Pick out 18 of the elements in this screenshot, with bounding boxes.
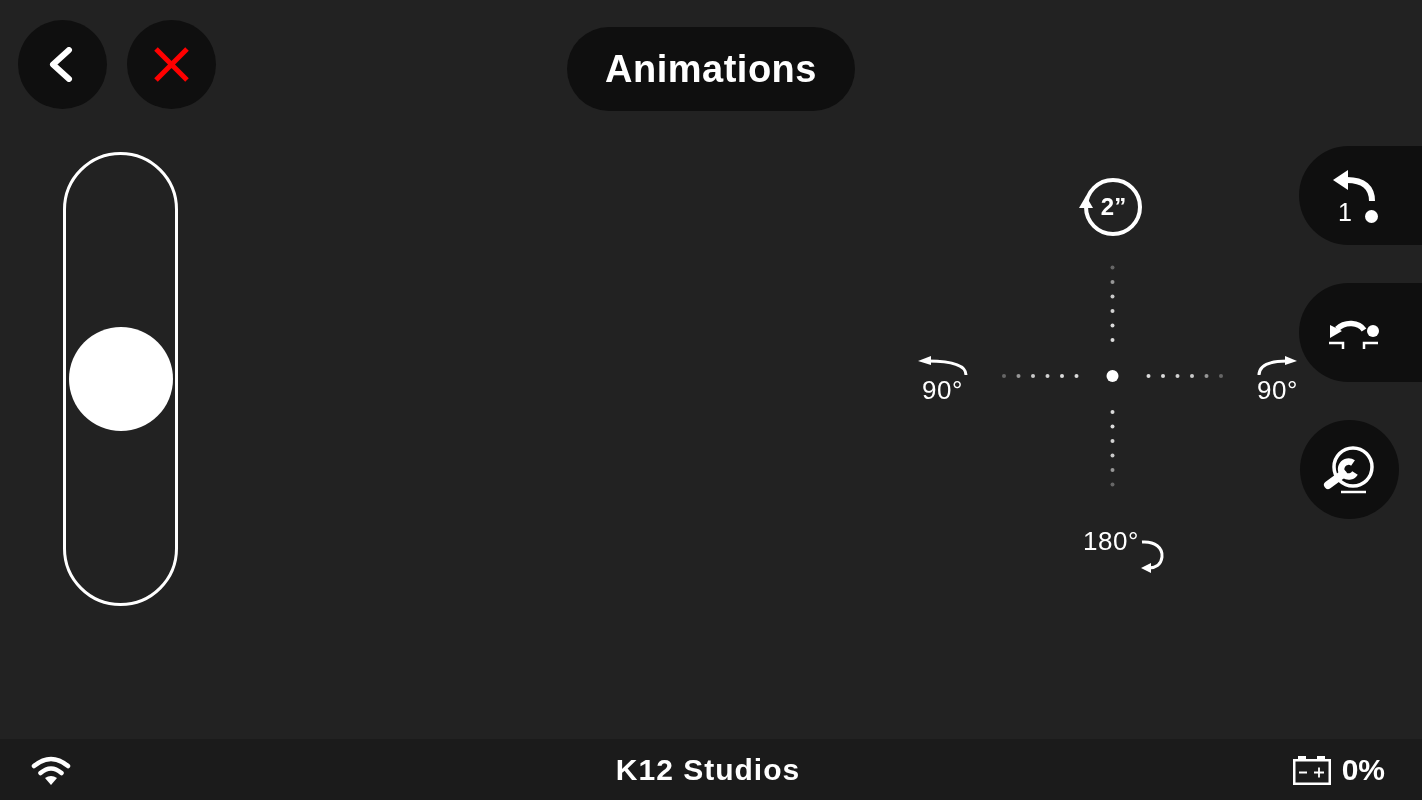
battery-percent: 0%: [1341, 752, 1385, 787]
turn-in-place-button[interactable]: [1299, 283, 1422, 382]
turn-right-button[interactable]: 90°: [1250, 356, 1299, 404]
status-title: K12 Studios: [615, 752, 801, 787]
arrowhead-icon: [1078, 196, 1093, 208]
close-icon: [153, 47, 190, 82]
turn-around-button[interactable]: 180°: [1083, 526, 1165, 574]
slider-track[interactable]: [63, 152, 178, 606]
curved-arrow-icon: [1332, 168, 1378, 201]
dot-icon: [1365, 209, 1378, 223]
wifi-icon: [31, 754, 71, 785]
u-turn-arrow-icon: [1140, 538, 1165, 574]
curved-arrow-right-icon: [1257, 356, 1297, 376]
battery-icon: [1292, 754, 1331, 785]
replay-button[interactable]: 1: [1299, 146, 1422, 245]
curved-arrow-left-icon: [918, 356, 968, 376]
screen-title: Animations: [567, 27, 855, 111]
turn-left-button[interactable]: 90°: [918, 356, 975, 404]
